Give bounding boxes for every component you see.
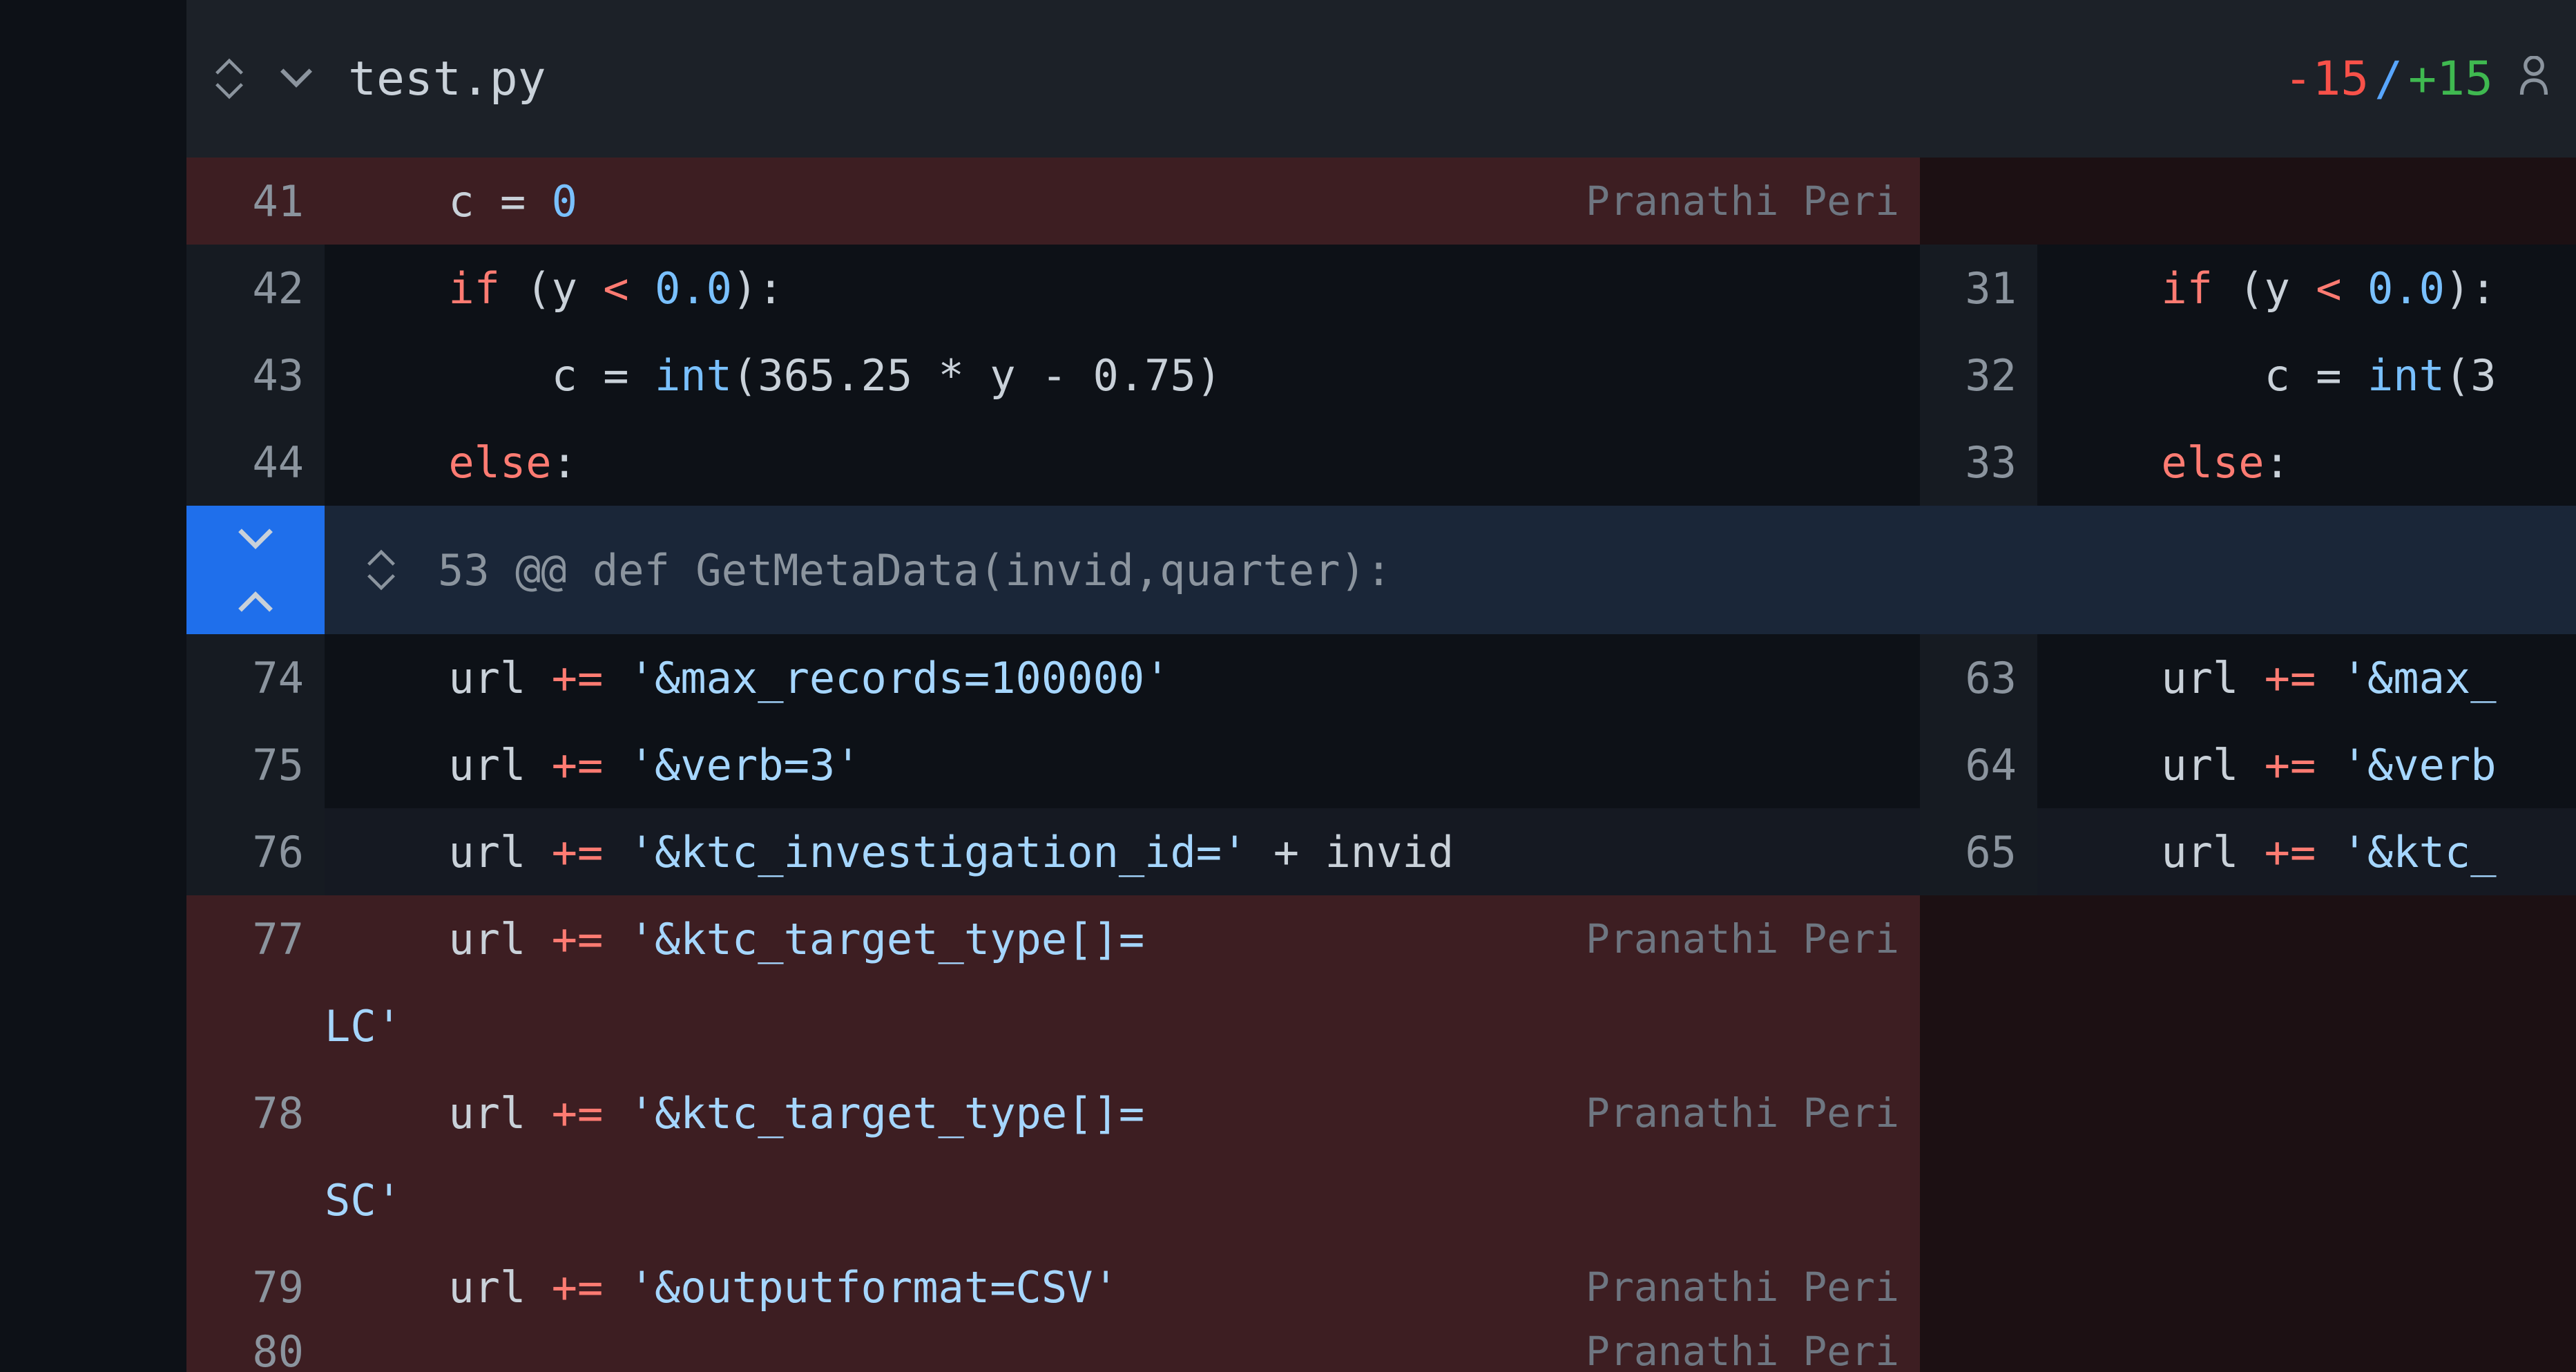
line-number-right	[1920, 1069, 2037, 1156]
code-left: url += '&ktc_investigation_id=' + invid	[325, 808, 1920, 895]
code-left: SC'	[325, 1156, 1920, 1244]
expand-up-icon[interactable]	[186, 570, 325, 634]
blame-author: Pranathi Peri	[1586, 178, 1899, 225]
diff-line-context[interactable]: 76 url += '&ktc_investigation_id=' + inv…	[186, 808, 2576, 895]
diff-line-context[interactable]: 75 url += '&verb=3' 64 url += '&verb	[186, 721, 2576, 808]
line-number-right	[1920, 158, 2037, 245]
line-number-left: 76	[186, 808, 325, 895]
line-number-left: 80	[186, 1331, 325, 1372]
stats-separator: /	[2374, 52, 2403, 106]
code-right: url += '&ktc_	[2037, 808, 2576, 895]
code-left: else:	[325, 419, 1920, 506]
diff-stats: -15 / +15	[2284, 52, 2548, 106]
code-right	[2037, 1331, 2576, 1372]
diff-line-deleted[interactable]: 80 Pranathi Peri	[186, 1331, 2576, 1372]
code-left: Pranathi Peri	[325, 1331, 1920, 1372]
line-number-left: 43	[186, 332, 325, 419]
line-number-left: 41	[186, 158, 325, 245]
line-number-right: 65	[1920, 808, 2037, 895]
diff-line-deleted[interactable]: 78 url += '&ktc_target_type[]= Pranathi …	[186, 1069, 2576, 1156]
code-left: url += '&ktc_target_type[]= Pranathi Per…	[325, 1069, 1920, 1156]
line-number-left: 75	[186, 721, 325, 808]
code-right	[2037, 1244, 2576, 1331]
line-number-left	[186, 982, 325, 1069]
line-number-right	[1920, 982, 2037, 1069]
stats-deletions: -15	[2284, 52, 2369, 106]
blame-author: Pranathi Peri	[1586, 915, 1899, 962]
line-number-right	[1920, 1156, 2037, 1244]
code-right: url += '&verb	[2037, 721, 2576, 808]
code-left: url += '&ktc_target_type[]= Pranathi Per…	[325, 895, 1920, 982]
diff-line-context[interactable]: 44 else: 33 else:	[186, 419, 2576, 506]
line-number-right	[1920, 895, 2037, 982]
code-right: url += '&max_	[2037, 634, 2576, 721]
line-number-left: 77	[186, 895, 325, 982]
person-icon[interactable]	[2519, 52, 2548, 106]
activity-bar-placeholder	[0, 0, 186, 1372]
code-right: if (y < 0.0):	[2037, 245, 2576, 332]
hunk-header: 53 @@ def GetMetaData(invid,quarter):	[186, 506, 2576, 634]
blame-author: Pranathi Peri	[1586, 1089, 1899, 1136]
code-left: if (y < 0.0):	[325, 245, 1920, 332]
line-number-right: 32	[1920, 332, 2037, 419]
diff-line-deleted[interactable]: 77 url += '&ktc_target_type[]= Pranathi …	[186, 895, 2576, 982]
file-header: test.py -15 / +15	[186, 0, 2576, 158]
code-left: url += '&outputformat=CSV' Pranathi Peri	[325, 1244, 1920, 1331]
diff-line-deleted-wrap[interactable]: SC'	[186, 1156, 2576, 1244]
code-left: c = int(365.25 * y - 0.75)	[325, 332, 1920, 419]
line-number-left: 78	[186, 1069, 325, 1156]
code-right	[2037, 158, 2576, 245]
code-right	[2037, 1156, 2576, 1244]
line-number-left: 74	[186, 634, 325, 721]
line-number-right	[1920, 1244, 2037, 1331]
diff-line-context[interactable]: 43 c = int(365.25 * y - 0.75) 32 c = int…	[186, 332, 2576, 419]
line-number-right: 33	[1920, 419, 2037, 506]
code-right	[2037, 982, 2576, 1069]
chevron-down-icon[interactable]	[279, 66, 314, 91]
stats-additions: +15	[2408, 52, 2493, 106]
line-number-left: 42	[186, 245, 325, 332]
code-left: c = 0 Pranathi Peri	[325, 158, 1920, 245]
line-number-left	[186, 1156, 325, 1244]
sort-icon[interactable]	[366, 549, 396, 591]
line-number-left: 44	[186, 419, 325, 506]
hunk-text: 53 @@ def GetMetaData(invid,quarter):	[438, 545, 1392, 596]
line-number-right	[1920, 1331, 2037, 1372]
diff-line-deleted[interactable]: 79 url += '&outputformat=CSV' Pranathi P…	[186, 1244, 2576, 1331]
diff-line-context[interactable]: 42 if (y < 0.0): 31 if (y < 0.0):	[186, 245, 2576, 332]
line-number-right: 64	[1920, 721, 2037, 808]
code-left: url += '&max_records=100000'	[325, 634, 1920, 721]
code-right: c = int(3	[2037, 332, 2576, 419]
code-right	[2037, 1069, 2576, 1156]
diff-line-deleted[interactable]: 41 c = 0 Pranathi Peri	[186, 158, 2576, 245]
diff-view: test.py -15 / +15 41 c = 0 Pranathi Peri	[186, 0, 2576, 1372]
line-number-right: 31	[1920, 245, 2037, 332]
code-left: LC'	[325, 982, 1920, 1069]
blame-author: Pranathi Peri	[1586, 1331, 1899, 1372]
sort-icon[interactable]	[214, 57, 244, 100]
expand-down-icon[interactable]	[186, 506, 325, 570]
hunk-expand-toggles[interactable]	[186, 506, 325, 634]
code-right: else:	[2037, 419, 2576, 506]
blame-author: Pranathi Peri	[1586, 1264, 1899, 1311]
diff-line-context[interactable]: 74 url += '&max_records=100000' 63 url +…	[186, 634, 2576, 721]
line-number-left: 79	[186, 1244, 325, 1331]
file-name[interactable]: test.py	[348, 52, 546, 106]
line-number-right: 63	[1920, 634, 2037, 721]
code-right	[2037, 895, 2576, 982]
diff-line-deleted-wrap[interactable]: LC'	[186, 982, 2576, 1069]
code-left: url += '&verb=3'	[325, 721, 1920, 808]
